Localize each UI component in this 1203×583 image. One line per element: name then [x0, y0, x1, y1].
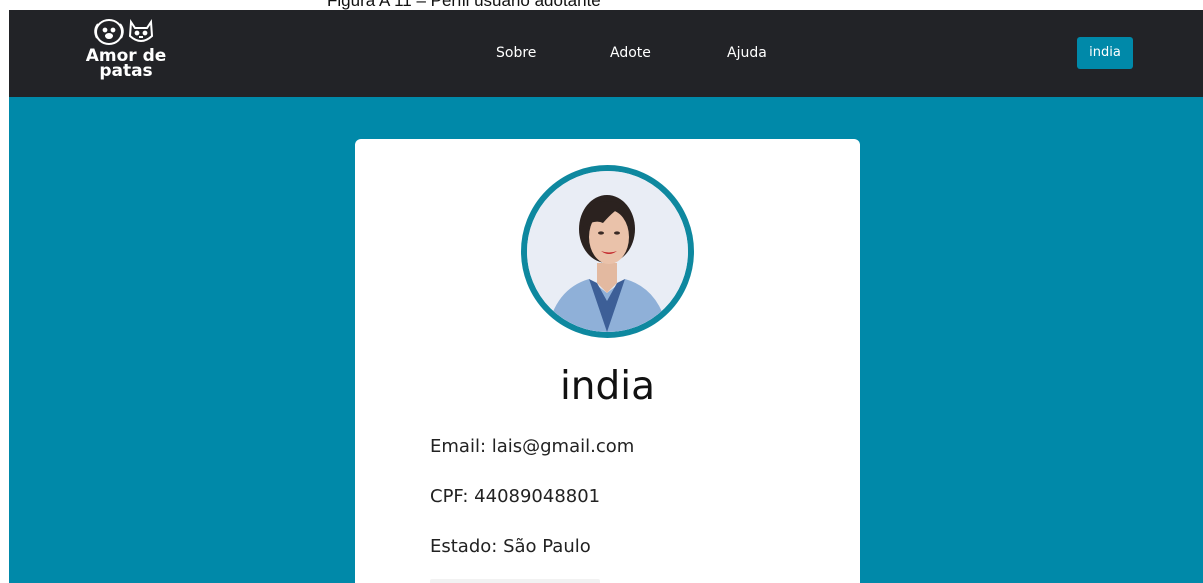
brand-logo[interactable]: Amor de patas — [81, 16, 181, 92]
profile-next-field-cut-off — [430, 579, 600, 583]
profile-card: india Email: lais@gmail.com CPF: 4408904… — [355, 139, 860, 583]
brand-line-2: patas — [99, 61, 153, 81]
profile-cpf: CPF: 44089048801 — [430, 486, 601, 507]
brand-name: Amor de patas — [81, 48, 171, 81]
app-window: Amor de patas Sobre Adote Ajuda india in… — [9, 10, 1203, 583]
profile-avatar — [521, 165, 694, 338]
nav-link-sobre[interactable]: Sobre — [496, 45, 536, 61]
nav-link-ajuda[interactable]: Ajuda — [727, 45, 767, 61]
navbar: Amor de patas Sobre Adote Ajuda india — [9, 10, 1203, 97]
person-photo-icon — [527, 171, 688, 332]
figure-caption: Figura A 11 – Perfil usuário adotante — [0, 0, 1203, 10]
profile-estado: Estado: São Paulo — [430, 536, 591, 557]
dog-cat-icon — [94, 19, 154, 45]
figure-caption-text: Figura A 11 – Perfil usuário adotante — [327, 0, 601, 10]
profile-name: india — [559, 364, 656, 409]
profile-email: Email: lais@gmail.com — [430, 436, 635, 457]
nav-link-adote[interactable]: Adote — [610, 45, 651, 61]
user-menu-button[interactable]: india — [1077, 37, 1133, 69]
